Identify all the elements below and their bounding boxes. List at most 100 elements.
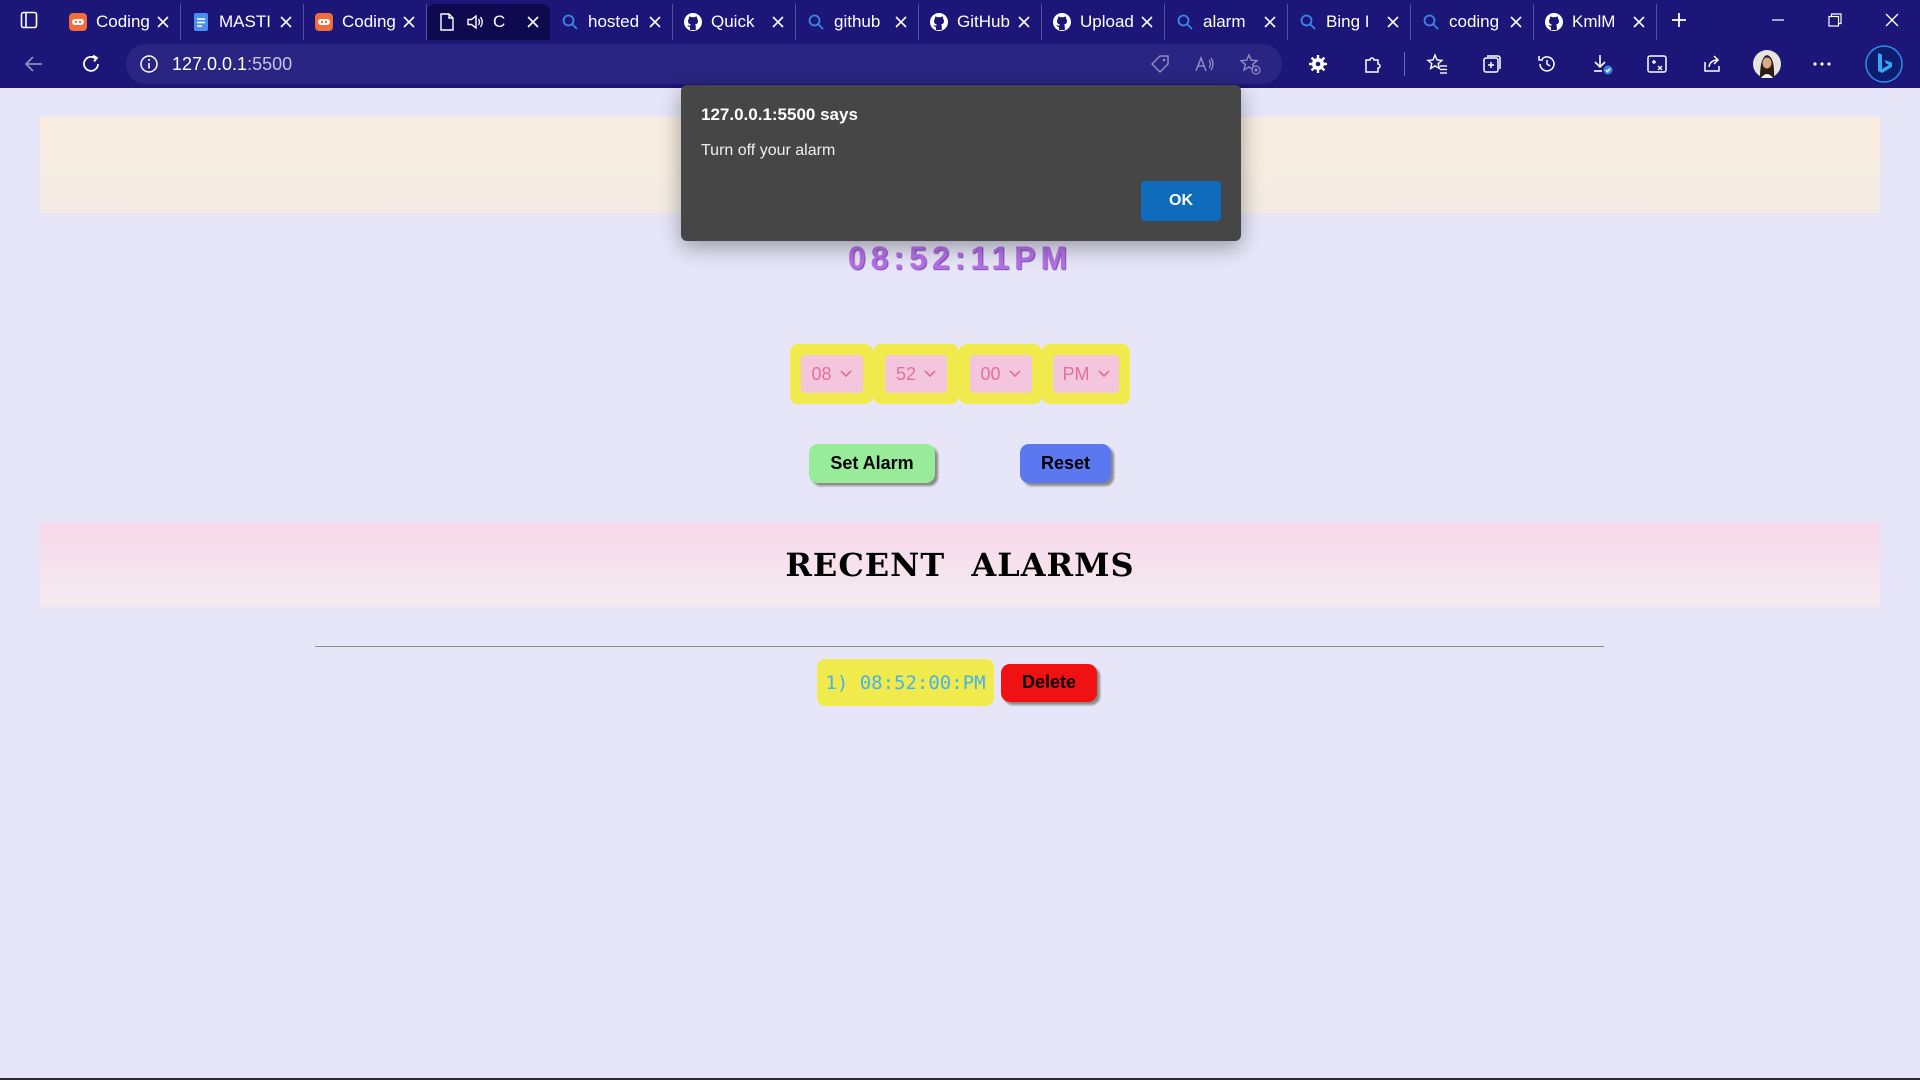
collections-button[interactable] — [1464, 40, 1519, 88]
page-icon — [437, 12, 457, 32]
tab-title: KmlM — [1572, 12, 1616, 31]
close-tab-icon[interactable] — [769, 13, 787, 31]
chevron-down-icon — [1008, 368, 1021, 380]
hour-select-frame: 08 — [790, 344, 873, 404]
browser-tab[interactable]: github — [796, 4, 919, 40]
star-add-icon — [1238, 53, 1261, 75]
github-icon — [1052, 12, 1072, 32]
tab-title: Coding — [342, 12, 396, 31]
browser-tab[interactable]: Coding — [58, 4, 181, 40]
tab-title: C — [493, 12, 506, 31]
refresh-button[interactable] — [68, 40, 114, 88]
browser-tab[interactable]: Bing I — [1288, 4, 1411, 40]
current-time-display: 08:52:11PM — [847, 240, 1073, 276]
tab-actions-icon — [20, 11, 38, 29]
ampm-select[interactable]: PM — [1053, 355, 1119, 393]
browser-tab[interactable]: Quick — [673, 4, 796, 40]
browser-tab[interactable]: GitHub — [919, 4, 1042, 40]
close-tab-icon[interactable] — [1261, 13, 1279, 31]
search-icon — [1298, 12, 1318, 32]
address-bar[interactable]: 127.0.0.1:5500 — [126, 44, 1282, 84]
docs-icon — [191, 12, 211, 32]
url-text[interactable]: 127.0.0.1:5500 — [172, 54, 292, 75]
coding-ninjas-icon — [314, 12, 334, 32]
search-icon — [806, 12, 826, 32]
alarm-time-selectors: 08 52 00 PM — [790, 344, 1130, 404]
recent-alarms-header: RECENT ALARMS — [40, 522, 1880, 607]
tab-title: MASTI — [219, 12, 271, 31]
browser-tab[interactable]: alarm — [1165, 4, 1288, 40]
read-aloud-button[interactable] — [1182, 44, 1227, 84]
new-tab-button[interactable] — [1657, 0, 1701, 40]
window-controls — [1749, 0, 1920, 40]
browser-tab[interactable]: KmlM — [1534, 4, 1657, 40]
close-tab-icon[interactable] — [646, 13, 664, 31]
alert-dialog: 127.0.0.1:5500 says Turn off your alarm … — [681, 85, 1241, 241]
tab-actions-button[interactable] — [0, 0, 58, 40]
coding-ninjas-icon — [68, 12, 88, 32]
browser-tab[interactable]: C — [427, 4, 550, 40]
history-icon — [1537, 56, 1555, 72]
minute-select[interactable]: 52 — [885, 355, 947, 393]
search-icon — [560, 12, 580, 32]
math-solver-button[interactable] — [1629, 40, 1684, 88]
recent-alarms-title: RECENT ALARMS — [785, 545, 1135, 584]
github-icon — [1544, 12, 1564, 32]
add-favorite-button[interactable] — [1227, 44, 1272, 84]
divider — [315, 646, 1604, 647]
close-tab-icon[interactable] — [1138, 13, 1156, 31]
set-alarm-button[interactable]: Set Alarm — [809, 444, 935, 483]
history-button[interactable] — [1519, 40, 1574, 88]
restore-button[interactable] — [1806, 0, 1863, 40]
downloads-button[interactable] — [1574, 40, 1629, 88]
close-window-button[interactable] — [1863, 0, 1920, 40]
share-icon — [1703, 55, 1720, 72]
close-tab-icon[interactable] — [154, 13, 172, 31]
second-select-frame: 00 — [959, 344, 1042, 404]
site-info-button[interactable] — [126, 54, 172, 74]
browser-tab[interactable]: hosted — [550, 4, 673, 40]
back-button[interactable] — [0, 40, 68, 88]
share-button[interactable] — [1684, 40, 1739, 88]
collections-icon — [1482, 55, 1501, 73]
browser-tab[interactable]: Upload — [1042, 4, 1165, 40]
close-tab-icon[interactable] — [400, 13, 418, 31]
toolbar-actions — [1290, 40, 1919, 88]
extension-button[interactable] — [1290, 40, 1345, 88]
tab-title: coding — [1449, 12, 1500, 31]
refresh-icon — [83, 54, 99, 72]
second-select[interactable]: 00 — [969, 355, 1032, 393]
close-tab-icon[interactable] — [1015, 13, 1033, 31]
dialog-ok-button[interactable]: OK — [1141, 181, 1221, 221]
info-icon — [140, 55, 158, 73]
close-tab-icon[interactable] — [892, 13, 910, 31]
browser-tab[interactable]: MASTI — [181, 4, 304, 40]
close-tab-icon[interactable] — [277, 13, 295, 31]
hour-value: 08 — [811, 363, 832, 384]
hour-select[interactable]: 08 — [800, 355, 863, 393]
gear-extension-icon — [1308, 55, 1327, 73]
bing-copilot-button[interactable] — [1849, 40, 1919, 88]
speaker-icon[interactable] — [465, 12, 485, 32]
extensions-button[interactable] — [1345, 40, 1400, 88]
browser-tab[interactable]: Coding — [304, 4, 427, 40]
minute-value: 52 — [895, 363, 917, 384]
close-tab-icon[interactable] — [524, 13, 542, 31]
more-icon — [1812, 62, 1831, 66]
tab-title: hosted — [588, 12, 640, 31]
settings-more-button[interactable] — [1794, 40, 1849, 88]
reset-button[interactable]: Reset — [1020, 444, 1111, 483]
app-available-button[interactable] — [1137, 44, 1182, 84]
minimize-button[interactable] — [1749, 0, 1806, 40]
browser-tab[interactable]: coding — [1411, 4, 1534, 40]
profile-button[interactable] — [1739, 40, 1794, 88]
second-value: 00 — [980, 363, 1001, 384]
favorites-button[interactable] — [1409, 40, 1464, 88]
close-tab-icon[interactable] — [1384, 13, 1402, 31]
close-tab-icon[interactable] — [1630, 13, 1648, 31]
close-tab-icon[interactable] — [1507, 13, 1525, 31]
delete-alarm-button[interactable]: Delete — [1001, 663, 1097, 702]
tag-icon — [1150, 55, 1169, 74]
alarm-entry: 1) 08:52:00:PM — [817, 659, 994, 706]
github-icon — [683, 12, 703, 32]
